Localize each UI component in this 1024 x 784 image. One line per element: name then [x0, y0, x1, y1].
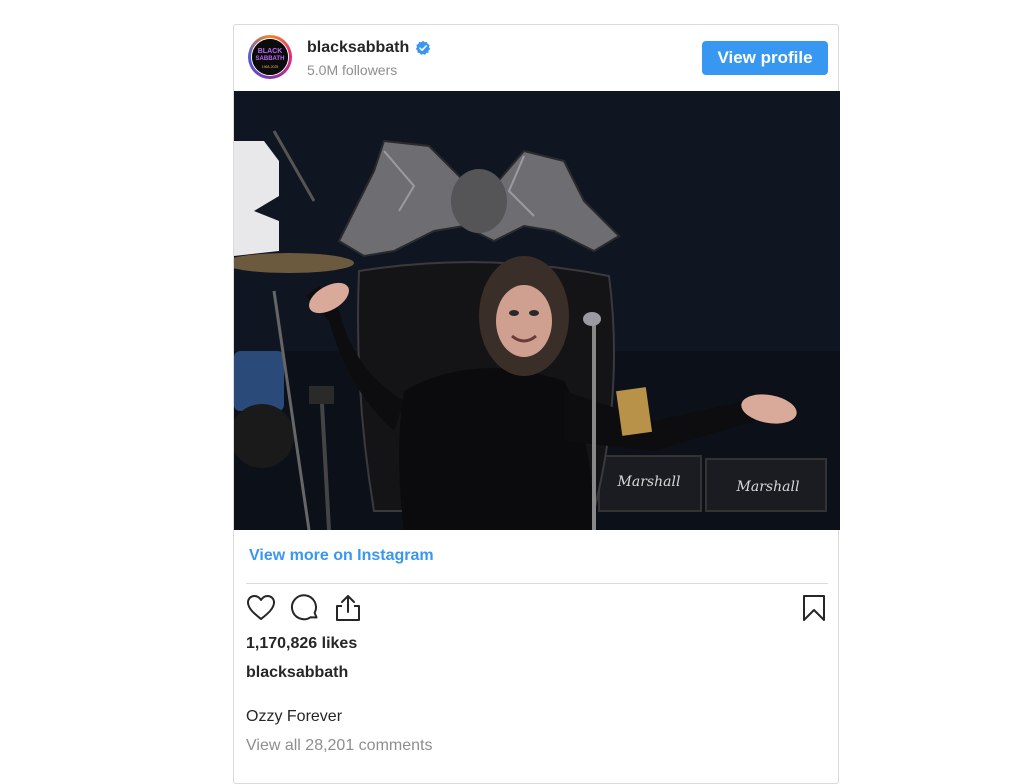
- logo-text-years: 1968-2025: [262, 65, 279, 69]
- concert-photo-illustration: Marshall Marshall: [234, 91, 840, 530]
- amp-logo-2: Marshall: [736, 479, 800, 495]
- follower-count: 5.0M followers: [307, 62, 398, 78]
- band-logo: BLACK SABBATH 1968-2025: [252, 39, 288, 75]
- username-row: blacksabbath: [307, 39, 431, 57]
- amp-logo-1: Marshall: [617, 474, 681, 490]
- logo-text-line2: SABBATH: [256, 56, 285, 62]
- instagram-embed-card: BLACK SABBATH 1968-2025 blacksabbath 5.0…: [233, 24, 840, 784]
- post-photo[interactable]: Marshall Marshall: [234, 91, 840, 530]
- caption-text: Ozzy Forever: [246, 708, 343, 725]
- bookmark-icon[interactable]: [799, 593, 829, 623]
- caption-username[interactable]: blacksabbath: [246, 664, 348, 682]
- post-header: BLACK SABBATH 1968-2025 blacksabbath 5.0…: [234, 25, 838, 91]
- view-profile-button[interactable]: View profile: [702, 41, 828, 75]
- share-icon[interactable]: [333, 593, 363, 623]
- heart-icon[interactable]: [246, 593, 276, 623]
- view-all-comments-link[interactable]: View all 28,201 comments: [246, 737, 432, 755]
- view-more-link[interactable]: View more on Instagram: [249, 547, 434, 565]
- verified-badge-icon: [415, 40, 431, 56]
- divider: [246, 583, 828, 584]
- username[interactable]: blacksabbath: [307, 39, 409, 57]
- comment-icon[interactable]: [290, 593, 320, 623]
- avatar-image: BLACK SABBATH 1968-2025: [251, 38, 289, 76]
- avatar[interactable]: BLACK SABBATH 1968-2025: [248, 35, 292, 79]
- like-count: 1,170,826 likes: [246, 635, 358, 652]
- logo-text-line1: BLACK: [258, 48, 283, 55]
